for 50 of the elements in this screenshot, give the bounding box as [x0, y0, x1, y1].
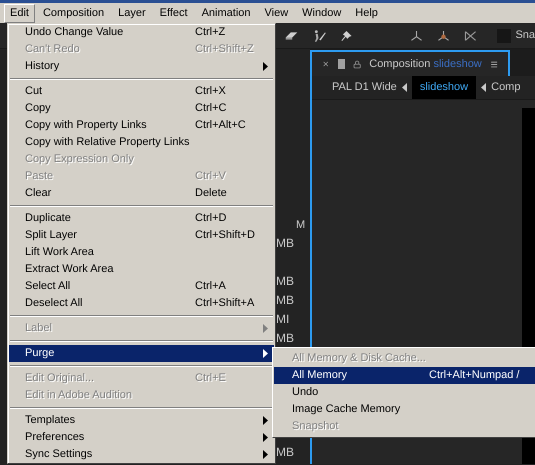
menu-item[interactable]: Cut Ctrl+X — [9, 83, 274, 100]
menu-bar-item[interactable]: Effect — [154, 4, 194, 22]
lock-icon[interactable] — [353, 58, 362, 70]
table-cell: MI — [276, 311, 290, 327]
table-cell: MB — [276, 273, 294, 289]
menu-bar-item[interactable]: Composition — [36, 4, 110, 22]
eraser-icon[interactable] — [285, 30, 298, 42]
table-cell: MB — [276, 330, 294, 346]
menu-item[interactable]: Sync Settings — [9, 446, 274, 463]
submenu-arrow-icon — [263, 349, 268, 358]
menu-item[interactable]: Copy with Relative Property Links — [9, 134, 274, 151]
square-icon — [338, 59, 345, 69]
composition-tab[interactable]: Composition slideshow — [310, 50, 510, 76]
breadcrumb[interactable]: Comp — [491, 76, 520, 99]
menu-item[interactable]: Undo — [274, 384, 535, 401]
menu-item[interactable]: Split Layer Ctrl+Shift+D — [9, 227, 274, 244]
breadcrumb[interactable]: slideshow — [412, 76, 476, 99]
menu-bar-item[interactable]: View — [258, 4, 294, 22]
menu-item[interactable]: Image Cache Memory — [274, 401, 535, 418]
menu-item[interactable]: Copy with Property Links Ctrl+Alt+C — [9, 117, 274, 134]
tab-title: Composition slideshow — [369, 56, 482, 72]
menu-item[interactable]: History — [9, 58, 274, 75]
menu-item[interactable]: Lift Work Area — [9, 244, 274, 261]
menu-item[interactable]: Extract Work Area — [9, 261, 274, 278]
submenu-arrow-icon — [263, 324, 268, 333]
menu-bar-item[interactable]: Animation — [196, 4, 256, 22]
menu-item[interactable]: Preferences — [9, 429, 274, 446]
menu-item[interactable]: Undo Change Value Ctrl+Z — [9, 24, 274, 41]
menu-item[interactable]: Deselect All Ctrl+Shift+A — [9, 295, 274, 312]
left-arrow-icon — [402, 83, 407, 92]
table-cell: MB — [276, 444, 294, 460]
menu-item[interactable]: Duplicate Ctrl+D — [9, 210, 274, 227]
column-header: M — [296, 218, 306, 233]
menu-bar-item[interactable]: Layer — [112, 4, 152, 22]
menu-bar-item[interactable]: Edit — [4, 4, 35, 22]
menu-item[interactable]: Clear Delete — [9, 185, 274, 202]
close-icon[interactable] — [322, 59, 330, 69]
snap-label: Sna — [515, 28, 535, 44]
menu-item[interactable]: Select All Ctrl+A — [9, 278, 274, 295]
menu-item[interactable]: Copy Ctrl+C — [9, 100, 274, 117]
menu-bar-item[interactable]: Help — [349, 4, 384, 22]
left-arrow-icon — [481, 83, 486, 92]
submenu-arrow-icon — [263, 62, 268, 71]
table-cell: MB — [276, 235, 294, 251]
menu-item[interactable]: Templates — [9, 412, 274, 429]
menu-bar-item[interactable]: Window — [296, 4, 348, 22]
menu-item[interactable]: All Memory Ctrl+Alt+Numpad / — [274, 367, 535, 384]
table-cell: MB — [276, 292, 294, 308]
breadcrumb[interactable]: PAL D1 Wide — [332, 76, 397, 99]
menu-item[interactable]: Purge — [9, 345, 274, 362]
